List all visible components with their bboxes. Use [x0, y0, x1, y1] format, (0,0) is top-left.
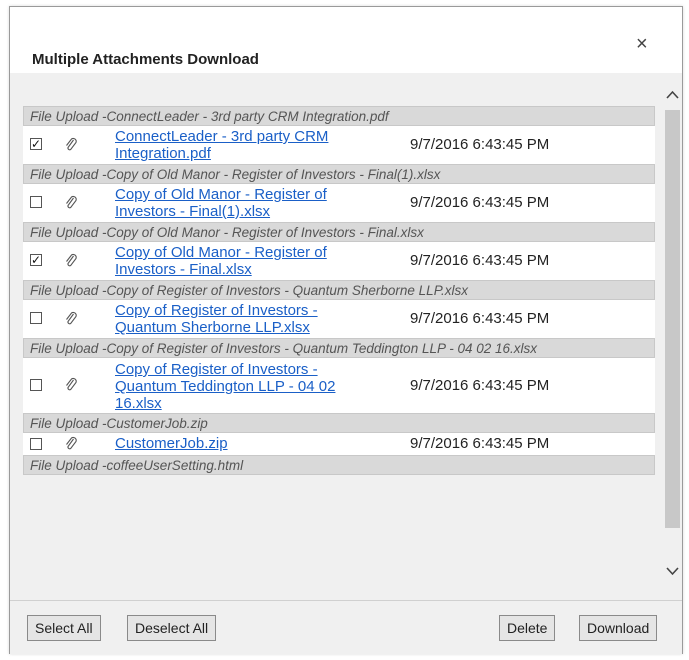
file-date: 9/7/2016 6:43:45 PM: [410, 136, 550, 153]
file-date: 9/7/2016 6:43:45 PM: [410, 252, 550, 269]
file-date: 9/7/2016 6:43:45 PM: [410, 310, 550, 327]
paperclip-icon: [66, 253, 77, 267]
dialog-titlebar: Multiple Attachments Download ×: [10, 7, 682, 73]
attachments-dialog: Multiple Attachments Download × File Upl…: [9, 6, 683, 654]
scrollbar-thumb[interactable]: [665, 110, 680, 528]
attachments-panel: File Upload -ConnectLeader - 3rd party C…: [10, 73, 682, 600]
close-icon[interactable]: ×: [636, 34, 648, 54]
paperclip-icon: [66, 311, 77, 325]
group-header: File Upload -Copy of Register of Investo…: [23, 280, 655, 300]
file-checkbox[interactable]: [30, 196, 42, 208]
download-button[interactable]: Download: [579, 615, 658, 641]
file-checkbox[interactable]: [30, 438, 42, 450]
file-date: 9/7/2016 6:43:45 PM: [410, 377, 550, 394]
file-date: 9/7/2016 6:43:45 PM: [410, 435, 550, 452]
list-item: Copy of Register of Investors - Quantum …: [23, 358, 655, 413]
file-link[interactable]: Copy of Register of Investors - Quantum …: [115, 361, 365, 412]
paperclip-icon: [66, 436, 77, 450]
paperclip-icon: [66, 137, 77, 151]
file-date: 9/7/2016 6:43:45 PM: [410, 194, 550, 211]
file-link[interactable]: ConnectLeader - 3rd party CRM Integratio…: [115, 128, 365, 162]
group-header: File Upload -Copy of Old Manor - Registe…: [23, 222, 655, 242]
file-link[interactable]: CustomerJob.zip: [115, 435, 365, 452]
list-item: ✓ ConnectLeader - 3rd party CRM Integrat…: [23, 126, 655, 164]
file-checkbox[interactable]: ✓: [30, 138, 42, 150]
file-checkbox[interactable]: [30, 312, 42, 324]
group-header: File Upload -coffeeUserSetting.html: [23, 455, 655, 475]
group-header: File Upload -ConnectLeader - 3rd party C…: [23, 106, 655, 126]
attachment-list: File Upload -ConnectLeader - 3rd party C…: [23, 106, 655, 475]
dialog-footer: Select All Deselect All Delete Download: [10, 600, 682, 654]
group-header: File Upload -CustomerJob.zip: [23, 413, 655, 433]
file-link[interactable]: Copy of Old Manor - Register of Investor…: [115, 186, 365, 220]
file-link[interactable]: Copy of Register of Investors - Quantum …: [115, 302, 365, 336]
deselect-all-button[interactable]: Deselect All: [127, 615, 217, 641]
list-item: CustomerJob.zip 9/7/2016 6:43:45 PM: [23, 433, 655, 455]
paperclip-icon: [66, 377, 77, 391]
file-checkbox[interactable]: ✓: [30, 254, 42, 266]
scrollbar[interactable]: [663, 73, 682, 600]
list-item: Copy of Register of Investors - Quantum …: [23, 300, 655, 338]
dialog-title: Multiple Attachments Download: [32, 51, 259, 68]
file-link[interactable]: Copy of Old Manor - Register of Investor…: [115, 244, 365, 278]
delete-button[interactable]: Delete: [499, 615, 556, 641]
group-header: File Upload -Copy of Old Manor - Registe…: [23, 164, 655, 184]
list-item: Copy of Old Manor - Register of Investor…: [23, 184, 655, 222]
chevron-up-icon[interactable]: [663, 83, 682, 107]
paperclip-icon: [66, 195, 77, 209]
file-checkbox[interactable]: [30, 379, 42, 391]
list-item: ✓ Copy of Old Manor - Register of Invest…: [23, 242, 655, 280]
group-header: File Upload -Copy of Register of Investo…: [23, 338, 655, 358]
select-all-button[interactable]: Select All: [27, 615, 101, 641]
chevron-down-icon[interactable]: [663, 559, 682, 583]
